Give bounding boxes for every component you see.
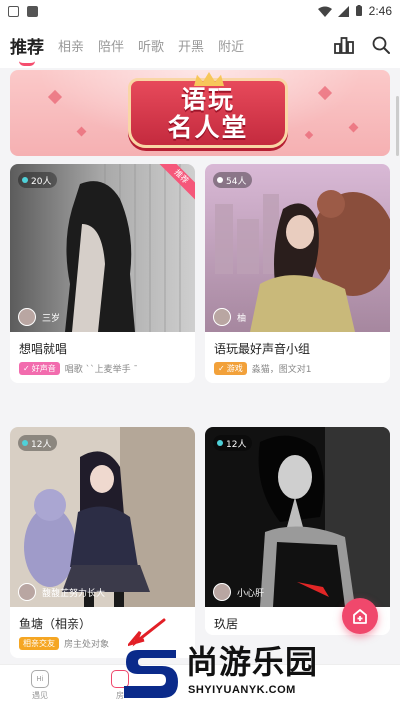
room-tag-label: 好声音 (31, 364, 56, 373)
app-screen: 2:46 推荐 相亲 陪伴 听歌 开黑 附近 语玩 名人堂 20人 推荐 三岁 … (0, 0, 400, 710)
status-right: 2:46 (317, 4, 392, 18)
room-cover-photo (10, 427, 195, 607)
member-count: 20人 (31, 176, 52, 187)
room-tag-label: 游戏 (226, 364, 243, 373)
status-left (8, 5, 38, 17)
host-info: 柚 (213, 308, 246, 326)
status-bar: 2:46 (0, 0, 400, 22)
host-name: 柚 (237, 313, 247, 324)
tab-listen-songs[interactable]: 听歌 (138, 36, 164, 55)
host-name: 三岁 (42, 313, 61, 324)
sd-card-icon (27, 5, 38, 17)
live-dot-icon (22, 440, 28, 446)
member-count-badge: 12人 (213, 435, 253, 451)
tab-label: 推荐 (10, 37, 44, 58)
corner-tag-label: 推荐 (155, 164, 195, 203)
tab-nearby[interactable]: 附近 (218, 36, 244, 55)
banner-title: 语玩 名人堂 (128, 86, 288, 142)
host-avatar (213, 308, 231, 326)
meet-icon: Hi (31, 670, 49, 688)
room-meta: ✓ 好声音 唱歌 ˋˋ上麦举手 ˉ (10, 360, 195, 383)
room-card[interactable]: 20人 推荐 三岁 想唱就唱 ✓ 好声音 唱歌 ˋˋ上麦举手 ˉ (10, 164, 195, 383)
host-name: 小心肝 (237, 588, 265, 599)
site-watermark: 尚游乐园 SHYIYUANYK.COM (120, 640, 400, 710)
tab-blind-date[interactable]: 相亲 (58, 36, 84, 55)
check-icon: ✓ (23, 364, 30, 373)
live-dot-icon (217, 440, 223, 446)
room-cover: 12人 馥馥芷努力长大 (10, 427, 195, 607)
room-tag-chip: ✓ 游戏 (214, 362, 247, 375)
member-count-badge: 20人 (18, 172, 58, 188)
member-count: 12人 (226, 439, 247, 450)
wifi-icon (317, 6, 332, 17)
scrollbar[interactable] (396, 96, 399, 156)
add-room-icon (353, 609, 367, 624)
member-count-badge: 54人 (213, 172, 253, 188)
host-avatar (18, 308, 36, 326)
tab-recommend[interactable]: 推荐 (10, 33, 44, 66)
room-cover: 20人 推荐 三岁 (10, 164, 195, 332)
watermark-url: SHYIYUANYK.COM (188, 684, 296, 696)
room-card[interactable]: 54人 柚 语玩最好声音小组 ✓ 游戏 淼猫，图文对1 (205, 164, 390, 383)
room-description: 淼猫，图文对1 (251, 365, 312, 375)
recommend-corner-tag: 推荐 (153, 164, 195, 206)
room-meta: ✓ 游戏 淼猫，图文对1 (205, 360, 390, 383)
watermark-logo (124, 650, 178, 698)
host-name: 馥馥芷努力长大 (42, 588, 106, 599)
room-cover: 54人 柚 (205, 164, 390, 332)
signal-icon (337, 5, 349, 17)
room-tag-chip: 相亲交友 (19, 637, 59, 650)
category-tabs: 推荐 相亲 陪伴 听歌 开黑 附近 (0, 22, 400, 68)
nav-label: 遇见 (32, 691, 48, 700)
search-icon[interactable] (372, 36, 390, 54)
room-tag-chip: ✓ 好声音 (19, 362, 60, 375)
live-dot-icon (22, 177, 28, 183)
member-count: 54人 (226, 176, 247, 187)
banner-title-line1: 语玩 (180, 85, 235, 114)
nav-item-meet[interactable]: Hi 遇见 (0, 670, 80, 701)
banner-title-line2: 名人堂 (167, 113, 249, 142)
check-icon: ✓ (218, 364, 225, 373)
host-avatar (18, 583, 36, 601)
host-info: 三岁 (18, 308, 60, 326)
watermark-text: 尚游乐园 (186, 643, 319, 681)
member-count-badge: 12人 (18, 435, 58, 451)
create-room-button[interactable] (342, 598, 378, 634)
room-description: 唱歌 ˋˋ上麦举手 ˉ (64, 365, 138, 375)
room-cover-photo (205, 427, 390, 607)
active-tab-indicator (19, 61, 35, 66)
room-cover-photo (205, 164, 390, 332)
battery-icon (355, 5, 362, 16)
hall-of-fame-banner[interactable]: 语玩 名人堂 (10, 70, 390, 156)
room-title: 语玩最好声音小组 (214, 342, 311, 356)
host-info: 小心肝 (213, 583, 264, 601)
host-avatar (213, 583, 231, 601)
room-cover: 12人 小心肝 (205, 427, 390, 607)
room-tag-label: 相亲交友 (23, 639, 55, 648)
tab-companion[interactable]: 陪伴 (98, 36, 124, 55)
host-info: 馥馥芷努力长大 (18, 583, 105, 601)
notification-icon (8, 5, 19, 17)
header-actions (334, 36, 390, 54)
tab-gaming[interactable]: 开黑 (178, 36, 204, 55)
clock: 2:46 (368, 4, 392, 18)
ranking-icon[interactable] (334, 36, 354, 54)
member-count: 12人 (31, 439, 52, 450)
live-dot-icon (217, 177, 223, 183)
room-description: 房主处对象 (64, 640, 110, 650)
room-title: 想唱就唱 (19, 342, 68, 356)
